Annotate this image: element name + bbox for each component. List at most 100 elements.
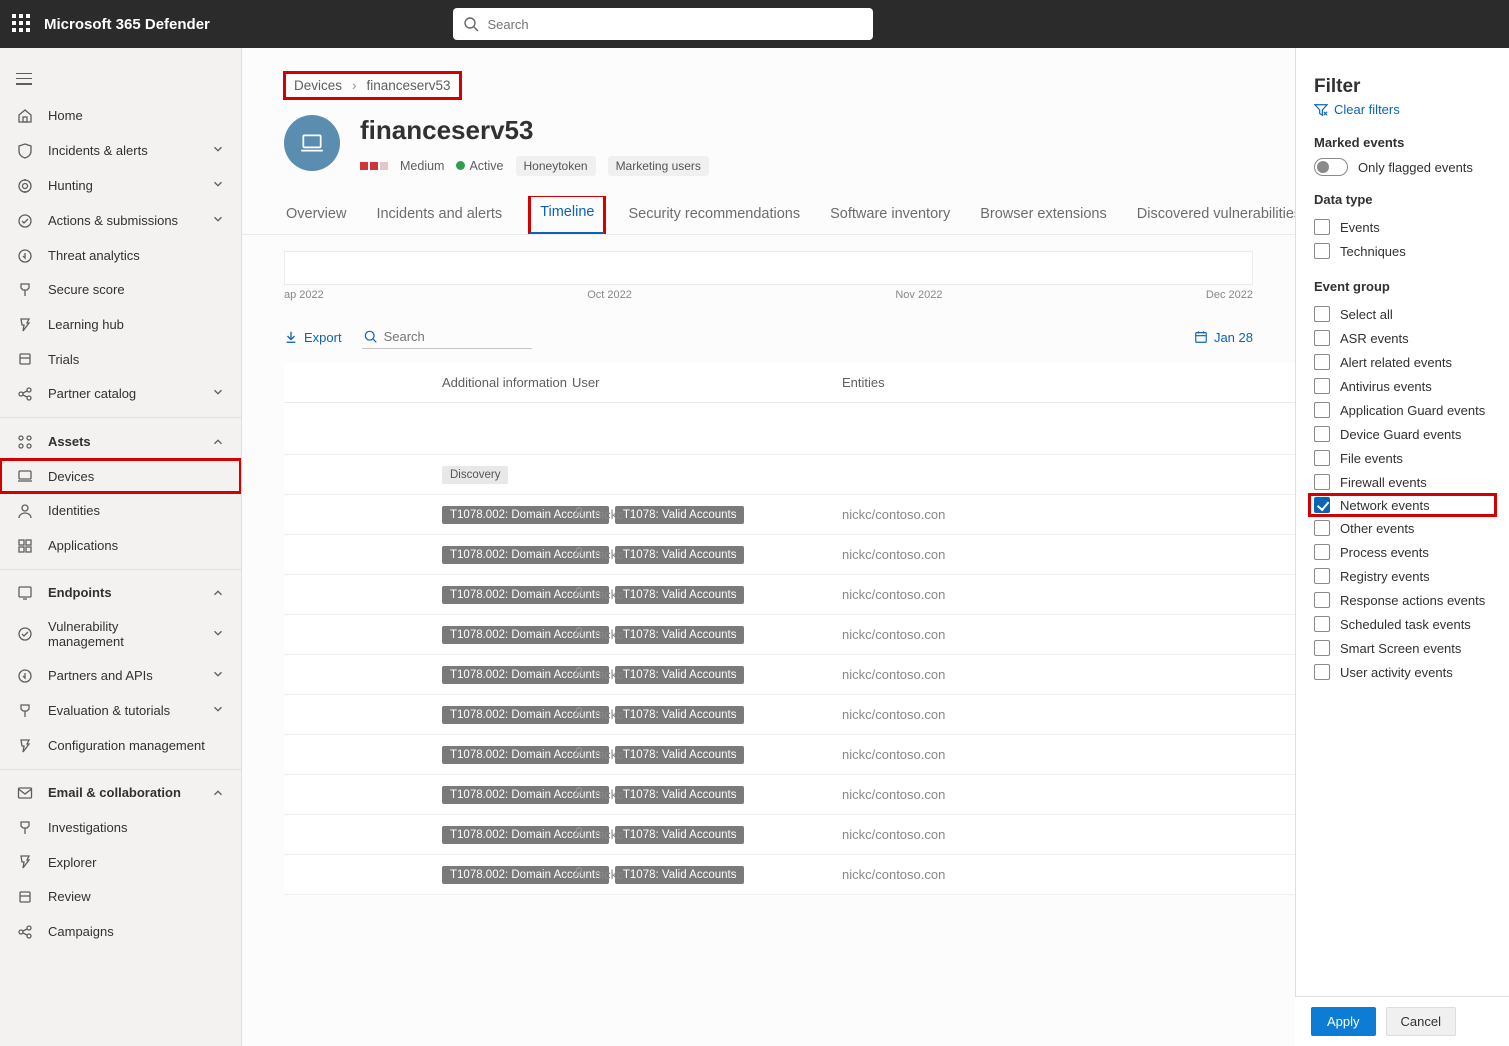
nav-icon [16,737,34,754]
filter-checkbox-row[interactable]: Device Guard events [1314,422,1491,446]
timeline-month: Dec 2022 [1206,289,1253,301]
filter-checkbox-row[interactable]: Events [1314,215,1491,239]
filter-checkbox-row[interactable]: Firewall events [1314,470,1491,494]
checkbox[interactable] [1314,402,1330,418]
sidebar-item[interactable]: Review [0,879,241,914]
timeline-search-input[interactable] [384,329,504,344]
filter-checkbox-row[interactable]: Techniques [1314,239,1491,263]
checkbox[interactable] [1314,219,1330,235]
export-button[interactable]: Export [284,330,342,345]
sidebar-item[interactable]: Identities [0,493,241,528]
sidebar-item[interactable]: Devices [0,459,241,494]
tab-browser extensions[interactable]: Browser extensions [978,196,1109,234]
sidebar-item[interactable]: Learning hub [0,307,241,342]
table-row[interactable]: Discovery [284,455,1295,495]
app-launcher-button[interactable] [12,14,32,34]
checkbox-label: Select all [1340,307,1393,322]
table-row[interactable]: T1078.002: Domain Accounts T1078: Valid … [284,575,1295,615]
table-row[interactable]: T1078.002: Domain Accounts T1078: Valid … [284,495,1295,535]
sidebar-section-assets[interactable]: Assets [0,424,241,459]
breadcrumb-root[interactable]: Devices [294,78,342,93]
filter-checkbox-row[interactable]: Select all [1314,302,1491,326]
checkbox[interactable] [1314,520,1330,536]
checkbox[interactable] [1314,544,1330,560]
checkbox[interactable] [1314,450,1330,466]
filter-checkbox-row[interactable]: ASR events [1314,326,1491,350]
filter-checkbox-row[interactable]: Scheduled task events [1314,612,1491,636]
sidebar-item[interactable]: Configuration management [0,728,241,763]
table-row[interactable]: T1078.002: Domain Accounts T1078: Valid … [284,535,1295,575]
table-row[interactable]: T1078.002: Domain Accounts T1078: Valid … [284,655,1295,695]
column-header-user: User [572,375,842,390]
sidebar-item[interactable]: Campaigns [0,914,241,949]
checkbox[interactable] [1314,474,1330,490]
sidebar-item[interactable]: Vulnerability management [0,610,241,658]
checkbox[interactable] [1314,378,1330,394]
checkbox[interactable] [1314,306,1330,322]
collapse-sidebar-button[interactable] [16,73,32,85]
sidebar-item[interactable]: Home [0,99,241,134]
tab-timeline[interactable]: Timeline [530,196,604,234]
tab-security recommendations[interactable]: Security recommendations [626,196,802,234]
chevron-up-icon [211,786,225,800]
sidebar-item[interactable]: Partners and APIs [0,658,241,693]
sidebar-section-endpoints[interactable]: Endpoints [0,576,241,611]
checkbox[interactable] [1314,330,1330,346]
filter-checkbox-row[interactable]: Antivirus events [1314,374,1491,398]
sidebar-item[interactable]: Evaluation & tutorials [0,693,241,728]
apply-button[interactable]: Apply [1311,1007,1376,1036]
clear-filters-button[interactable]: Clear filters [1314,102,1400,117]
checkbox[interactable] [1314,664,1330,680]
checkbox[interactable] [1314,640,1330,656]
checkbox-label: Firewall events [1340,475,1427,490]
checkbox[interactable] [1314,243,1330,259]
tab-discovered vulnerabilities[interactable]: Discovered vulnerabilities [1135,196,1295,234]
checkbox[interactable] [1314,426,1330,442]
table-row[interactable] [284,403,1295,455]
timeline-chart[interactable] [284,251,1253,285]
table-row[interactable]: T1078.002: Domain Accounts T1078: Valid … [284,615,1295,655]
tab-software inventory[interactable]: Software inventory [828,196,952,234]
checkbox[interactable] [1314,592,1330,608]
checkbox[interactable] [1314,616,1330,632]
sidebar-item[interactable]: Actions & submissions [0,203,241,238]
filter-checkbox-row[interactable]: Process events [1314,540,1491,564]
sidebar-item[interactable]: Explorer [0,845,241,880]
sidebar-item[interactable]: Partner catalog [0,376,241,411]
filter-checkbox-row[interactable]: Network events [1310,495,1495,515]
sidebar-item[interactable]: Incidents & alerts [0,133,241,168]
column-header-info: Additional information [292,375,572,390]
table-row[interactable]: T1078.002: Domain Accounts T1078: Valid … [284,735,1295,775]
sidebar-item[interactable]: Investigations [0,810,241,845]
filter-checkbox-row[interactable]: File events [1314,446,1491,470]
sidebar-item[interactable]: Hunting [0,168,241,203]
flagged-events-toggle[interactable] [1314,158,1348,176]
table-row[interactable]: T1078.002: Domain Accounts T1078: Valid … [284,855,1295,895]
checkbox[interactable] [1314,568,1330,584]
sidebar-item[interactable]: Threat analytics [0,238,241,273]
filter-checkbox-row[interactable]: Alert related events [1314,350,1491,374]
tab-overview[interactable]: Overview [284,196,348,234]
checkbox[interactable] [1314,354,1330,370]
filter-checkbox-row[interactable]: User activity events [1314,660,1491,684]
checkbox[interactable] [1314,497,1330,513]
table-header: Additional information User Entities [284,363,1295,403]
date-range-button[interactable]: Jan 28 [1194,330,1253,345]
filter-checkbox-row[interactable]: Application Guard events [1314,398,1491,422]
filter-checkbox-row[interactable]: Other events [1314,516,1491,540]
sidebar-item[interactable]: Secure score [0,273,241,308]
cancel-button[interactable]: Cancel [1386,1007,1456,1036]
sidebar-item[interactable]: Trials [0,342,241,377]
sidebar-section-email[interactable]: Email & collaboration [0,776,241,811]
table-row[interactable]: T1078.002: Domain Accounts T1078: Valid … [284,775,1295,815]
table-row[interactable]: T1078.002: Domain Accounts T1078: Valid … [284,695,1295,735]
filter-checkbox-row[interactable]: Registry events [1314,564,1491,588]
filter-checkbox-row[interactable]: Smart Screen events [1314,636,1491,660]
global-search-input[interactable] [453,8,873,40]
table-row[interactable]: T1078.002: Domain Accounts T1078: Valid … [284,815,1295,855]
tab-incidents and alerts[interactable]: Incidents and alerts [374,196,504,234]
user-name: nickc [594,587,624,602]
sidebar-item[interactable]: Applications [0,528,241,563]
filter-checkbox-row[interactable]: Response actions events [1314,588,1491,612]
chevron-down-icon [211,702,225,719]
